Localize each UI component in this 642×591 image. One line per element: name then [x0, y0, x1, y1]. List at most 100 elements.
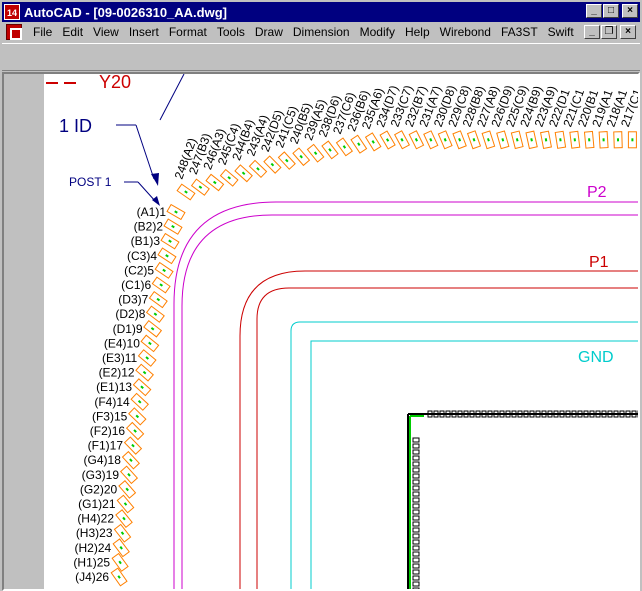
menu-swift[interactable]: Swift	[543, 25, 579, 39]
top-pad[interactable]	[452, 130, 467, 150]
minimize-button[interactable]: _	[586, 4, 602, 18]
top-pad[interactable]	[350, 134, 368, 154]
canvas-left-margin	[4, 74, 44, 589]
left-pad[interactable]	[118, 480, 137, 499]
pad-center	[573, 138, 576, 142]
die-pad	[412, 557, 420, 563]
pad-center	[256, 167, 260, 171]
menu-draw[interactable]: Draw	[250, 25, 288, 39]
close-button[interactable]: ×	[622, 4, 638, 18]
top-pad[interactable]	[496, 130, 510, 150]
left-pin-label: (H1)25	[73, 555, 110, 569]
top-pad[interactable]	[510, 130, 524, 150]
top-pad[interactable]	[437, 130, 453, 150]
menu-insert[interactable]: Insert	[124, 25, 164, 39]
die-pad	[412, 455, 420, 461]
pad-center	[472, 138, 476, 142]
left-pad[interactable]	[151, 276, 171, 294]
ring-label-p2: P2	[587, 184, 607, 201]
doc-restore-button[interactable]: ❐	[601, 25, 617, 39]
die-pad	[412, 473, 420, 479]
left-pad[interactable]	[135, 363, 154, 382]
top-pad[interactable]	[423, 130, 439, 150]
top-pad[interactable]	[248, 159, 268, 179]
top-pad[interactable]	[583, 130, 595, 149]
top-pad[interactable]	[466, 130, 482, 150]
left-pad[interactable]	[148, 290, 168, 309]
pad-center	[414, 138, 418, 142]
document-icon[interactable]	[6, 24, 22, 40]
drawing-svg[interactable]: Y20 1 ID POST 1 P2 P1 GND (A1)1(B2)2(B1)…	[44, 74, 640, 591]
left-pad[interactable]	[140, 334, 160, 353]
top-pad[interactable]	[598, 131, 609, 149]
left-pad[interactable]	[130, 392, 149, 411]
left-pad[interactable]	[157, 247, 177, 265]
menu-file[interactable]: File	[28, 25, 57, 39]
top-pad[interactable]	[481, 130, 496, 150]
top-pad[interactable]	[613, 131, 623, 149]
top-pad[interactable]	[627, 131, 637, 149]
menu-edit[interactable]: Edit	[57, 25, 88, 39]
top-pad[interactable]	[540, 130, 552, 149]
left-pad[interactable]	[145, 305, 165, 323]
top-pad[interactable]	[292, 147, 311, 167]
left-pad[interactable]	[115, 509, 133, 529]
drawing-area[interactable]: Y20 1 ID POST 1 P2 P1 GND (A1)1 (B2)2 (B…	[44, 74, 640, 591]
left-pad[interactable]	[121, 450, 140, 470]
top-pad[interactable]	[408, 130, 425, 150]
toolbar-area	[2, 43, 640, 71]
menu-format[interactable]: Format	[164, 25, 212, 39]
top-pad[interactable]	[393, 130, 411, 150]
die-pad	[637, 410, 638, 418]
autocad-app-icon[interactable]: 14	[4, 4, 20, 20]
die-pad	[412, 491, 420, 497]
die-pad	[412, 551, 420, 557]
left-pad[interactable]	[110, 567, 128, 587]
menu-view[interactable]: View	[88, 25, 124, 39]
top-pad[interactable]	[306, 143, 325, 163]
left-pad[interactable]	[125, 421, 145, 441]
doc-minimize-button[interactable]: _	[584, 25, 600, 39]
top-pad[interactable]	[569, 130, 581, 149]
menu-tools[interactable]: Tools	[212, 25, 250, 39]
menu-wirebond[interactable]: Wirebond	[435, 25, 496, 39]
top-pad[interactable]	[263, 155, 282, 174]
left-pin-row: (A1)1(B2)2(B1)3(C3)4(C2)5(C1)6(D3)7(D2)8…	[73, 203, 186, 587]
maximize-button[interactable]: □	[603, 4, 619, 18]
top-pad[interactable]	[364, 132, 382, 152]
left-pad[interactable]	[166, 203, 186, 221]
menu-help[interactable]: Help	[400, 25, 435, 39]
menu-dimension[interactable]: Dimension	[288, 25, 355, 39]
menu-fa3st[interactable]: FA3ST	[496, 25, 543, 39]
left-pad[interactable]	[119, 465, 139, 485]
left-pad[interactable]	[160, 232, 180, 250]
die-pads-left	[412, 437, 420, 589]
top-pad[interactable]	[525, 130, 538, 150]
top-pad[interactable]	[379, 130, 396, 150]
left-pad[interactable]	[113, 523, 132, 543]
pad-center	[631, 138, 634, 142]
left-pad[interactable]	[128, 407, 147, 426]
left-pad[interactable]	[112, 538, 130, 558]
top-pad[interactable]	[335, 137, 353, 157]
left-pad[interactable]	[116, 494, 135, 514]
doc-close-button[interactable]: ×	[620, 25, 636, 39]
menu-modify[interactable]: Modify	[355, 25, 400, 39]
left-pad[interactable]	[163, 218, 183, 235]
menu-bar: File Edit View Insert Format Tools Draw …	[2, 22, 640, 42]
pad-center	[559, 138, 562, 142]
left-pad[interactable]	[111, 552, 129, 572]
top-pad[interactable]	[321, 140, 339, 160]
pad-center	[117, 575, 121, 579]
pad-center	[342, 145, 347, 149]
pad-center	[357, 142, 361, 147]
left-pad[interactable]	[154, 261, 174, 279]
top-pad[interactable]	[554, 130, 567, 149]
pad-center	[501, 138, 505, 142]
top-pad[interactable]	[277, 151, 296, 170]
left-pad[interactable]	[143, 320, 163, 338]
left-pin-label: (F3)15	[92, 409, 128, 423]
title-bar[interactable]: 14 AutoCAD - [09-0026310_AA.dwg] _ □ ×	[2, 2, 640, 22]
left-pad[interactable]	[123, 436, 143, 455]
pad-center	[159, 283, 164, 287]
